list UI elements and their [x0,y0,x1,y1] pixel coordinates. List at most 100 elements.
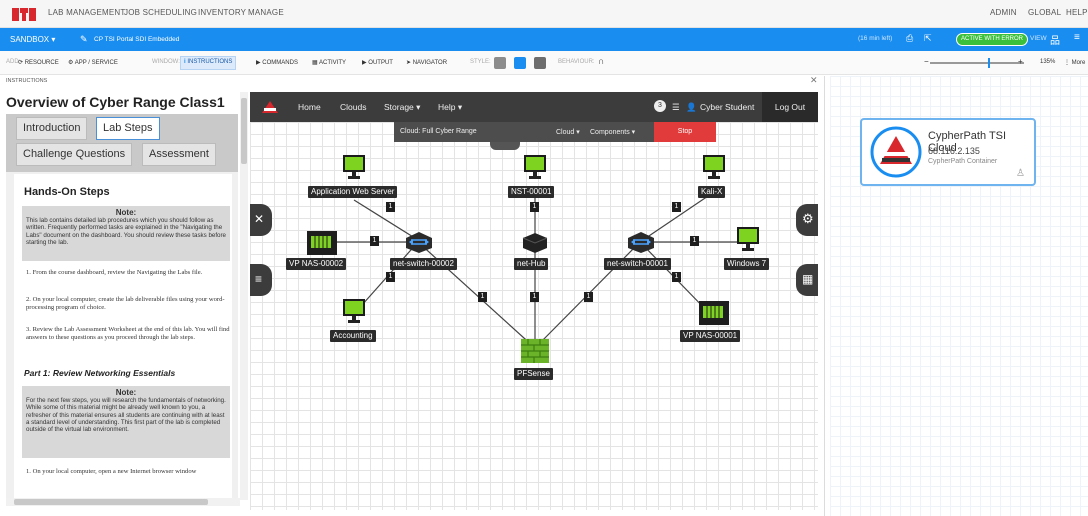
nav-lab-management[interactable]: LAB MANAGEMENT [48,8,125,17]
more-menu[interactable]: ⋮ More [1064,59,1085,66]
calendar-icon: ▦ [312,60,318,66]
nav-manage[interactable]: MANAGE [248,8,284,17]
link-badge: 1 [584,292,593,302]
section-title: Hands-On Steps [24,186,110,198]
step-2: 2. On your local computer, create the la… [26,296,225,311]
node-label-hub[interactable]: net-Hub [514,258,549,270]
tab-introduction[interactable]: Introduction [16,117,88,140]
toolbar: ADD: ⟳ RESOURCE ⚙ APP / SERVICE WINDOW: … [0,51,1088,75]
vp-nas-1-storage-icon [699,301,729,325]
note-text-2: For the next few steps, you will researc… [26,397,226,434]
export-icon[interactable]: ⇱ [924,33,932,44]
list-view-icon[interactable]: ≡ [1074,32,1080,43]
window-commands-button[interactable]: ▶ COMMANDS [256,59,298,66]
print-icon[interactable]: ⎙ [906,33,913,44]
nav-global[interactable]: GLOBAL [1028,8,1061,17]
node-label-switch-1[interactable]: net-switch-00001 [604,258,671,270]
zoom-out-icon[interactable]: − [924,57,929,66]
style-option-3[interactable] [534,57,546,69]
output-icon: ▶ [362,60,367,66]
settings-side-button[interactable]: ⚙ [796,204,818,236]
node-label-nst[interactable]: NST-00001 [508,186,555,198]
menu-side-button[interactable]: ≡ [250,264,272,296]
windows7-monitor-icon [737,227,759,251]
tab-lab-steps[interactable]: Lab Steps [96,117,160,140]
window-label: WINDOW: [152,59,180,65]
node-label-vp-nas-1[interactable]: VP NAS-00001 [680,330,741,342]
style-label: STYLE: [470,59,491,65]
window-activity-button[interactable]: ▦ ACTIVITY [312,59,346,66]
note-box-2: Note: For the next few steps, you will r… [22,386,230,458]
zoom-in-icon[interactable]: + [1018,57,1023,66]
node-label-pfsense[interactable]: PFSense [514,368,553,380]
tools-side-button[interactable]: ✕ [250,204,272,236]
gear-icon: ⚙ [802,211,814,226]
zoom-slider-handle[interactable] [988,58,990,68]
link-badge: 1 [386,272,395,282]
tab-challenge-questions[interactable]: Challenge Questions [16,143,133,166]
add-app-service-button[interactable]: ⚙ APP / SERVICE [68,59,118,66]
net-switch-1-icon [628,232,654,253]
step-last: 1. On your local computer, open a new In… [26,468,197,475]
zoom-level: 135% [1040,59,1056,65]
cypherpath-cloud-icon [870,126,922,178]
zoom-slider[interactable] [930,58,1024,68]
view-label: VIEW [1030,35,1047,42]
scrollbar-thumb[interactable] [241,98,247,164]
instructions-vertical-scrollbar[interactable] [240,92,248,500]
scrollbar-thumb-h[interactable] [14,499,208,505]
panel-divider [824,76,825,516]
nst-monitor-icon [524,155,546,179]
part-1-title: Part 1: Review Networking Essentials [24,368,176,378]
window-output-button[interactable]: ▶ OUTPUT [362,59,393,66]
net-hub-icon [522,233,548,253]
style-option-2[interactable] [514,57,526,69]
calendar-side-button[interactable]: ▦ [796,264,818,296]
sandbox-name: CP TSI Portal SDI Embedded [94,36,180,43]
note-box: Note: This lab contains detailed lab pro… [22,206,230,261]
link-badge: 1 [386,202,395,212]
nav-job-scheduling[interactable]: JOB SCHEDULING [124,8,197,17]
nav-admin[interactable]: ADMIN [990,8,1017,17]
magnet-icon[interactable]: ∩ [598,56,604,66]
link-badge: 1 [478,292,487,302]
link-badge: 1 [672,272,681,282]
time-left: (16 min left) [858,35,893,42]
edit-pencil-icon[interactable]: ✎ [80,34,88,45]
vp-nas-2-storage-icon [307,231,337,255]
cloud-card[interactable]: CypherPath TSI Cloud 68.116.2.135 Cypher… [860,118,1036,186]
window-navigator-button[interactable]: ➤ NAVIGATOR [406,59,447,66]
sandbox-bar: SANDBOX ▾ ✎ CP TSI Portal SDI Embedded (… [0,28,1088,51]
link-badge: 1 [530,202,539,212]
company-logo [12,8,36,21]
node-label-windows7[interactable]: Windows 7 [724,258,770,270]
instructions-panel: Overview of Cyber Range Class1 Introduct… [0,86,248,510]
tab-assessment[interactable]: Assessment [142,143,216,166]
kali-monitor-icon [703,155,725,179]
net-switch-2-icon [406,232,432,253]
sandbox-canvas[interactable]: CypherPath TSI Cloud 68.116.2.135 Cypher… [830,76,1088,516]
node-label-vp-nas-2[interactable]: VP NAS-00002 [286,258,347,270]
pfsense-firewall-icon [521,339,549,363]
cloud-card-subtitle: CypherPath Container [928,158,998,165]
close-icon[interactable]: ✕ [810,75,818,86]
node-label-kali[interactable]: Kali-X [698,186,726,198]
add-resource-button[interactable]: ⟳ RESOURCE [18,59,59,66]
step-1: 1. From the course dashboard, review the… [26,269,203,276]
nav-help[interactable]: HELP [1066,8,1088,17]
cloud-card-ip: 68.116.2.135 [928,146,980,156]
link-badge: 1 [530,292,539,302]
node-label-app-web-server[interactable]: Application Web Server [308,186,398,198]
style-option-1[interactable] [494,57,506,69]
network-view-icon[interactable]: 品 [1050,32,1060,47]
node-label-switch-2[interactable]: net-switch-00002 [390,258,457,270]
link-badge: 1 [370,236,379,246]
window-instructions-button[interactable]: i INSTRUCTIONS [180,56,237,70]
node-label-accounting[interactable]: Accounting [330,330,376,342]
instructions-horizontal-scrollbar[interactable] [6,498,240,506]
note-title: Note: [115,208,137,217]
status-badge: ACTIVE WITH ERROR [956,33,1029,46]
list-icon: ≡ [255,272,263,286]
nav-inventory[interactable]: INVENTORY [198,8,246,17]
sandbox-dropdown[interactable]: SANDBOX ▾ [10,35,55,44]
